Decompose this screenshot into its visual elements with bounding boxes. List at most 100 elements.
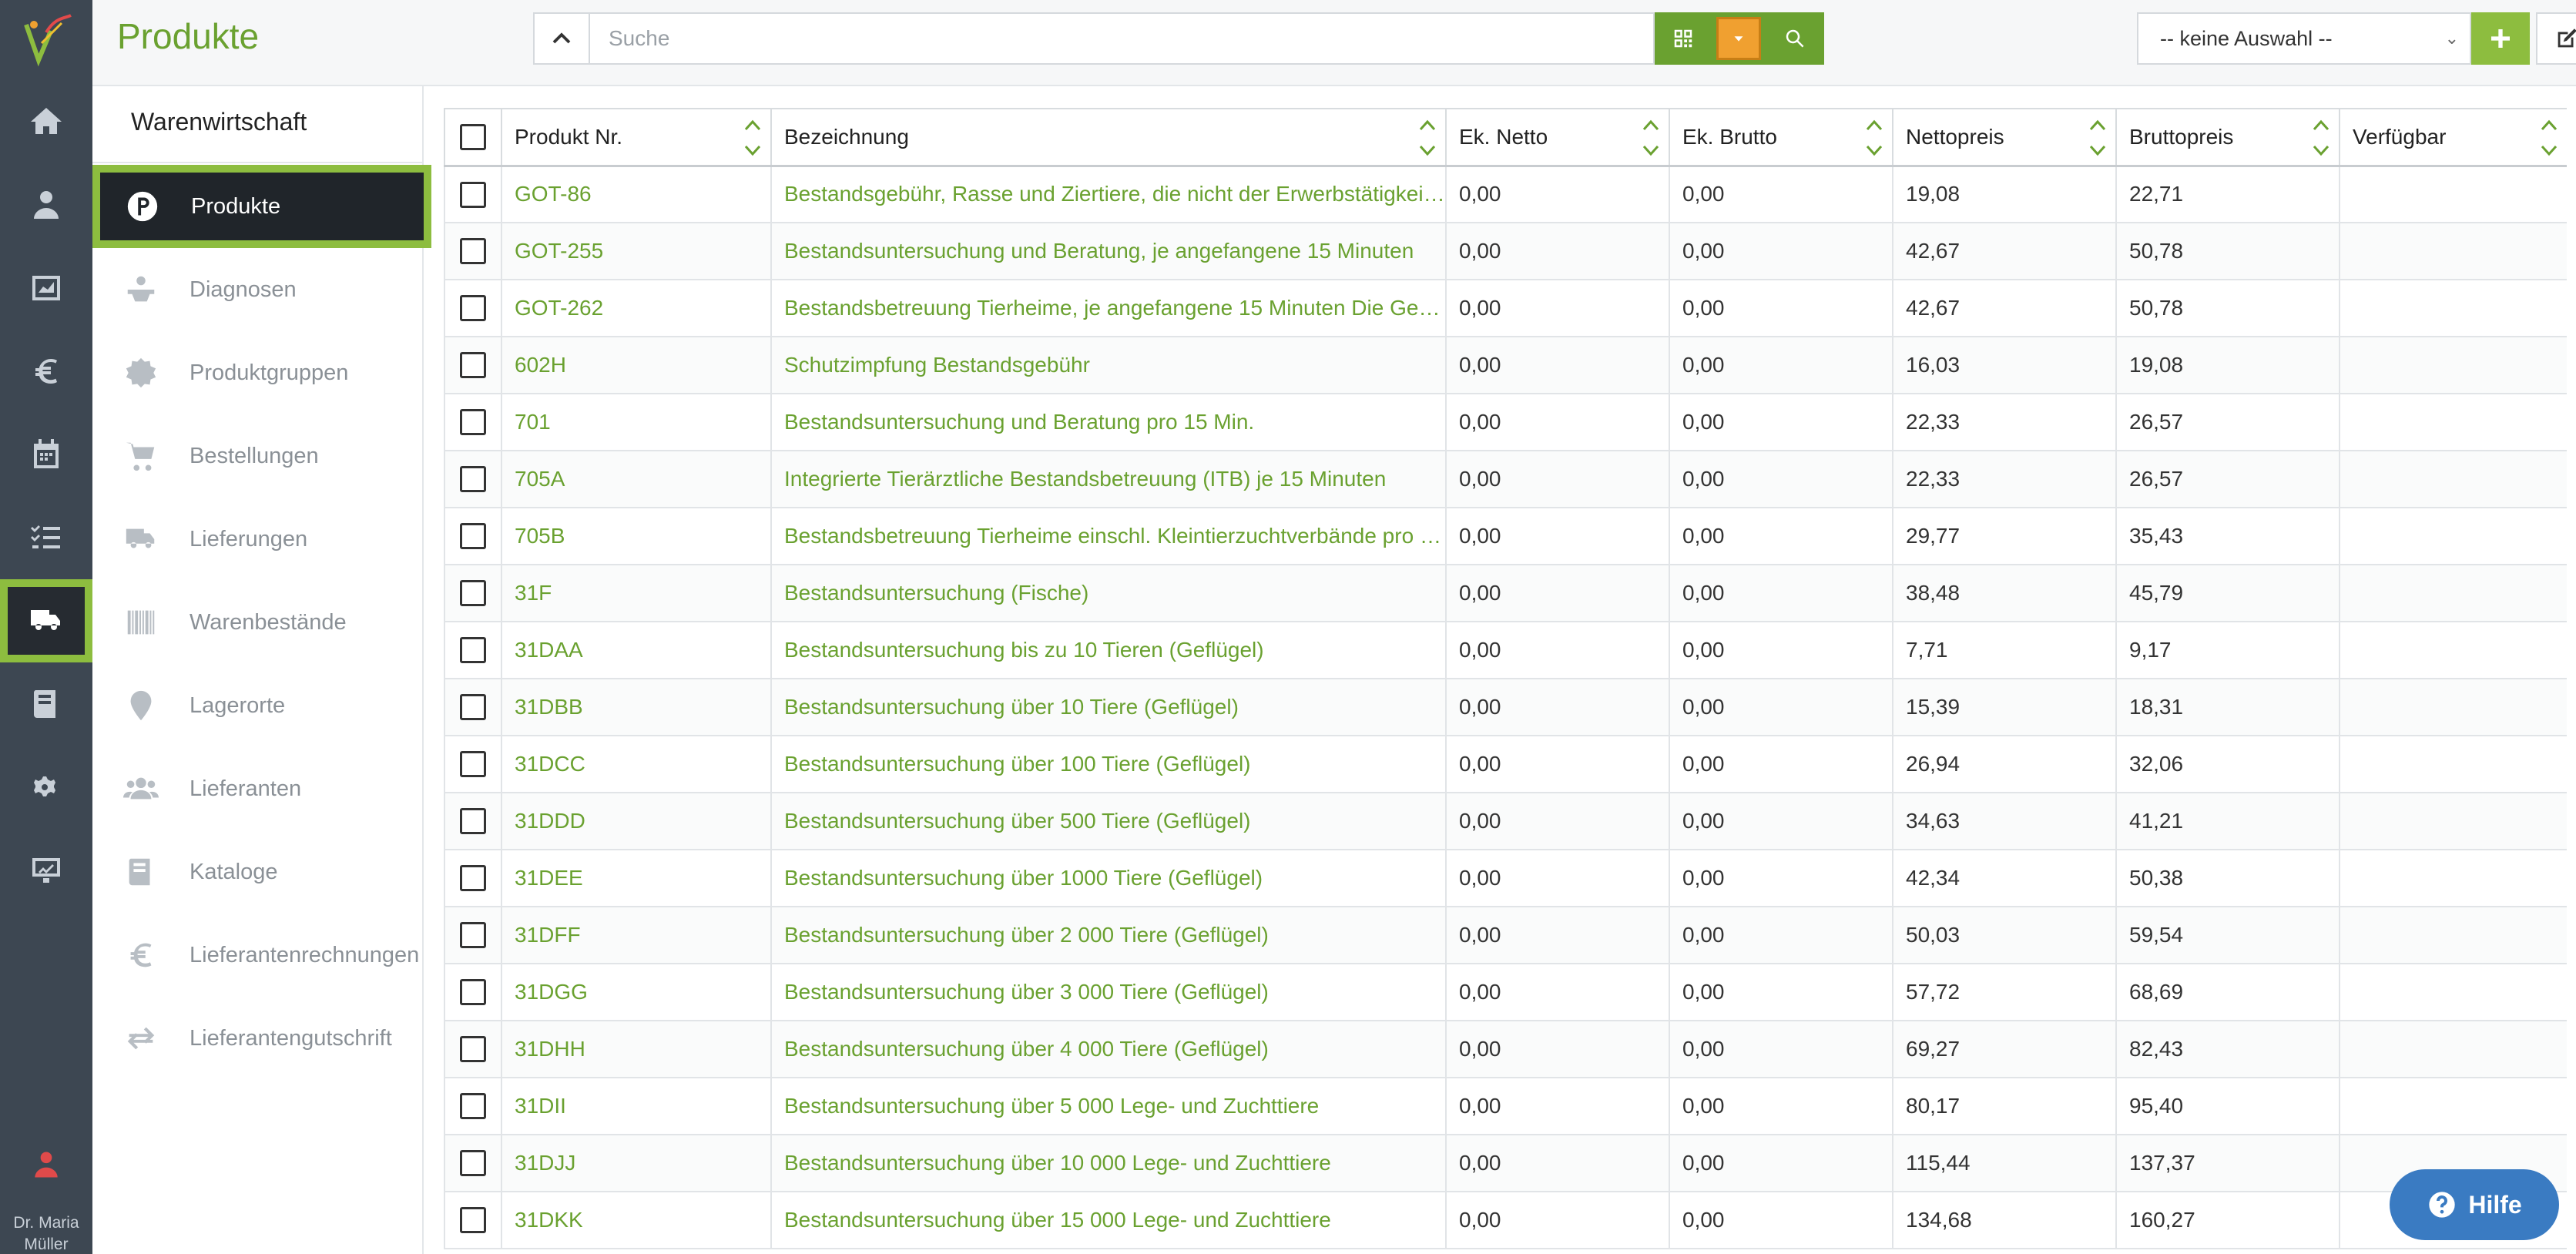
description-cell[interactable]: Bestandsuntersuchung über 500 Tiere (Gef… bbox=[770, 792, 1447, 850]
row-checkbox[interactable] bbox=[460, 637, 486, 664]
selection-select[interactable]: -- keine Auswahl -- ⌄ bbox=[2137, 12, 2471, 65]
product-number-cell[interactable]: GOT-86 bbox=[501, 165, 772, 223]
description-cell[interactable]: Bestandsuntersuchung über 15 000 Lege- u… bbox=[770, 1191, 1447, 1249]
sort-arrows-icon[interactable] bbox=[1417, 116, 1437, 160]
sort-arrows-icon[interactable] bbox=[743, 116, 763, 160]
description-cell[interactable]: Bestandsuntersuchung und Beratung, je an… bbox=[770, 222, 1447, 280]
sidebar-item-lieferantenrechnungen[interactable]: Lieferantenrechnungen bbox=[92, 914, 424, 997]
row-checkbox[interactable] bbox=[460, 523, 486, 550]
table-row[interactable]: 31DEE Bestandsuntersuchung über 1000 Tier… bbox=[444, 849, 2567, 907]
rail-reports[interactable] bbox=[0, 246, 92, 330]
table-row[interactable]: 31DDD Bestandsuntersuchung über 500 Tiere… bbox=[444, 792, 2567, 850]
row-checkbox[interactable] bbox=[460, 238, 486, 265]
column-header[interactable]: Ek. Brutto bbox=[1669, 108, 1893, 167]
app-logo[interactable] bbox=[15, 9, 77, 71]
column-header[interactable]: Bruttopreis bbox=[2115, 108, 2340, 167]
search-button[interactable] bbox=[1766, 12, 1824, 65]
table-row[interactable]: GOT-262 Bestandsbetreuung Tierheime, je a… bbox=[444, 279, 2567, 337]
row-checkbox[interactable] bbox=[460, 979, 486, 1006]
description-cell[interactable]: Bestandsuntersuchung über 100 Tiere (Gef… bbox=[770, 735, 1447, 793]
row-checkbox[interactable] bbox=[460, 1093, 486, 1120]
sidebar-item-diagnosen[interactable]: Diagnosen bbox=[92, 248, 424, 331]
edit-button[interactable] bbox=[2536, 12, 2576, 65]
table-row[interactable]: 31F Bestandsuntersuchung (Fische) 0,00 0,00… bbox=[444, 564, 2567, 622]
row-checkbox[interactable] bbox=[460, 1207, 486, 1234]
column-header[interactable]: Ek. Netto bbox=[1445, 108, 1670, 167]
user-menu[interactable] bbox=[0, 1148, 92, 1185]
filter-dropdown-button[interactable] bbox=[1712, 12, 1766, 65]
add-button[interactable] bbox=[2471, 12, 2530, 65]
sort-arrows-icon[interactable] bbox=[2539, 116, 2559, 160]
rail-patients[interactable] bbox=[0, 163, 92, 246]
rail-tasks[interactable] bbox=[0, 496, 92, 579]
product-number-cell[interactable]: 31DCC bbox=[501, 735, 772, 793]
row-checkbox[interactable] bbox=[460, 865, 486, 892]
table-row[interactable]: 602H Schutzimpfung Bestandsgebühr 0,00 0,00… bbox=[444, 336, 2567, 394]
description-cell[interactable]: Bestandsuntersuchung bis zu 10 Tieren (G… bbox=[770, 621, 1447, 679]
row-checkbox[interactable] bbox=[460, 808, 486, 835]
table-row[interactable]: 31DJJ Bestandsuntersuchung über 10 000 Le… bbox=[444, 1134, 2567, 1192]
table-row[interactable]: GOT-255 Bestandsuntersuchung und Beratung… bbox=[444, 222, 2567, 280]
table-row[interactable]: 31DCC Bestandsuntersuchung über 100 Tiere… bbox=[444, 735, 2567, 793]
rail-statistics[interactable] bbox=[0, 829, 92, 912]
search-input[interactable] bbox=[590, 12, 1655, 65]
row-checkbox[interactable] bbox=[460, 1036, 486, 1063]
product-number-cell[interactable]: 602H bbox=[501, 336, 772, 394]
rail-warenwirtschaft[interactable] bbox=[0, 579, 92, 662]
row-checkbox[interactable] bbox=[460, 295, 486, 322]
table-row[interactable]: GOT-86 Bestandsgebühr, Rasse und Ziertier… bbox=[444, 165, 2567, 223]
sidebar-item-lieferungen[interactable]: Lieferungen bbox=[92, 498, 424, 581]
row-checkbox[interactable] bbox=[460, 466, 486, 493]
sort-arrows-icon[interactable] bbox=[2311, 116, 2331, 160]
sort-arrows-icon[interactable] bbox=[1641, 116, 1661, 160]
row-checkbox[interactable] bbox=[460, 694, 486, 721]
collapse-button[interactable] bbox=[533, 12, 590, 65]
description-cell[interactable]: Bestandsuntersuchung über 4 000 Tiere (G… bbox=[770, 1020, 1447, 1078]
product-number-cell[interactable]: 31DFF bbox=[501, 906, 772, 964]
product-number-cell[interactable]: 31DII bbox=[501, 1077, 772, 1135]
row-checkbox[interactable] bbox=[460, 352, 486, 379]
description-cell[interactable]: Bestandsuntersuchung über 10 000 Lege- u… bbox=[770, 1134, 1447, 1192]
product-number-cell[interactable]: 701 bbox=[501, 393, 772, 451]
sidebar-item-warenbestaende[interactable]: Warenbestände bbox=[92, 581, 424, 664]
product-number-cell[interactable]: 31DHH bbox=[501, 1020, 772, 1078]
qr-scan-button[interactable] bbox=[1655, 12, 1712, 65]
table-row[interactable]: 31DKK Bestandsuntersuchung über 15 000 Le… bbox=[444, 1191, 2567, 1249]
column-header[interactable]: Bezeichnung bbox=[770, 108, 1447, 167]
table-row[interactable]: 705B Bestandsbetreuung Tierheime einschl.… bbox=[444, 507, 2567, 565]
description-cell[interactable]: Bestandsuntersuchung über 3 000 Tiere (G… bbox=[770, 963, 1447, 1021]
sidebar-item-bestellungen[interactable]: Bestellungen bbox=[92, 414, 424, 498]
product-number-cell[interactable]: GOT-255 bbox=[501, 222, 772, 280]
table-row[interactable]: 31DGG Bestandsuntersuchung über 3 000 Tie… bbox=[444, 963, 2567, 1021]
sidebar-item-produktgruppen[interactable]: Produktgruppen bbox=[92, 331, 424, 414]
rail-settings[interactable] bbox=[0, 746, 92, 829]
description-cell[interactable]: Bestandsgebühr, Rasse und Ziertiere, die… bbox=[770, 165, 1447, 223]
description-cell[interactable]: Bestandsuntersuchung über 10 Tiere (Gefl… bbox=[770, 678, 1447, 736]
sort-arrows-icon[interactable] bbox=[1864, 116, 1884, 160]
table-row[interactable]: 701 Bestandsuntersuchung und Beratung pro… bbox=[444, 393, 2567, 451]
row-checkbox[interactable] bbox=[460, 922, 486, 949]
table-row[interactable]: 31DII Bestandsuntersuchung über 5 000 Leg… bbox=[444, 1077, 2567, 1135]
sidebar-item-lieferantengutschrift[interactable]: Lieferantengutschrift bbox=[92, 997, 424, 1080]
row-checkbox[interactable] bbox=[460, 409, 486, 436]
product-number-cell[interactable]: 31DEE bbox=[501, 849, 772, 907]
sidebar-item-lagerorte[interactable]: Lagerorte bbox=[92, 664, 424, 747]
row-checkbox[interactable] bbox=[460, 1150, 486, 1177]
product-number-cell[interactable]: 705A bbox=[501, 450, 772, 508]
rail-home[interactable] bbox=[0, 80, 92, 163]
rail-documents[interactable] bbox=[0, 662, 92, 746]
description-cell[interactable]: Bestandsbetreuung Tierheime einschl. Kle… bbox=[770, 507, 1447, 565]
product-number-cell[interactable]: 31DGG bbox=[501, 963, 772, 1021]
table-row[interactable]: 31DHH Bestandsuntersuchung über 4 000 Tie… bbox=[444, 1020, 2567, 1078]
description-cell[interactable]: Bestandsuntersuchung (Fische) bbox=[770, 564, 1447, 622]
row-checkbox[interactable] bbox=[460, 751, 486, 778]
product-number-cell[interactable]: 31F bbox=[501, 564, 772, 622]
rail-calendar[interactable] bbox=[0, 413, 92, 496]
table-row[interactable]: 31DAA Bestandsuntersuchung bis zu 10 Tier… bbox=[444, 621, 2567, 679]
product-number-cell[interactable]: 705B bbox=[501, 507, 772, 565]
row-checkbox[interactable] bbox=[460, 580, 486, 607]
product-number-cell[interactable]: 31DBB bbox=[501, 678, 772, 736]
column-header[interactable]: Produkt Nr. bbox=[501, 108, 772, 167]
product-number-cell[interactable]: 31DAA bbox=[501, 621, 772, 679]
sidebar-item-kataloge[interactable]: Kataloge bbox=[92, 830, 424, 914]
